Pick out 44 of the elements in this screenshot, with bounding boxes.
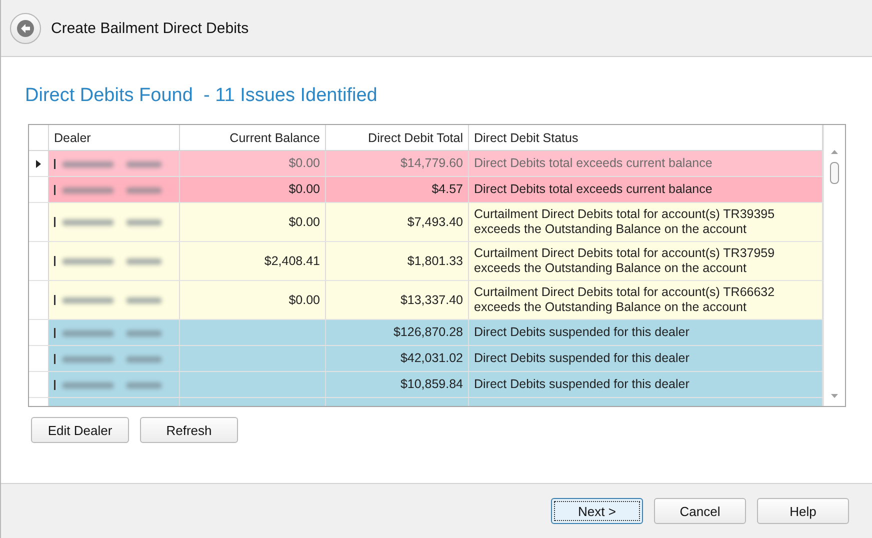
column-header[interactable]: Direct Debit Status [469, 125, 823, 150]
footer-button[interactable]: Next > [551, 498, 643, 524]
column-header[interactable]: Current Balance [180, 125, 326, 150]
table-cell: Direct Debits suspended for this dealer [474, 325, 690, 340]
column-header[interactable]: Direct Debit Total [326, 125, 469, 150]
table-cell: $0.00 [288, 156, 320, 171]
table-row[interactable]: $42,031.02 Direct Debits suspended for this dealer [29, 346, 823, 372]
table-cell: $0.00 [288, 182, 320, 197]
table-cell: $4.57 [432, 182, 463, 197]
table-cell: Direct Debits suspended for this dealer [474, 351, 690, 366]
table-cell-text: Curtailment Direct Debits total for account(s) TR37959 exceeds the Outstanding Balance on the account [474, 246, 776, 276]
table-row[interactable]: $0.00 $4.57 Direct Debits total exceeds current balance [29, 177, 823, 203]
table-cell: $0.00 [288, 214, 320, 230]
table-cell: $0.00 [288, 292, 320, 308]
scrollbar-thumb[interactable] [830, 162, 839, 184]
footer-button[interactable]: Cancel [654, 498, 746, 524]
table-cell: Direct Debits suspended for this dealer [474, 377, 690, 392]
action-button[interactable]: Edit Dealer [31, 417, 129, 443]
table-row[interactable]: $126,870.28 Direct Debits suspended for this dealer [29, 320, 823, 346]
column-header[interactable]: Dealer [49, 125, 180, 150]
action-button[interactable]: Refresh [140, 417, 238, 443]
table-cell: $1,801.33 [407, 254, 463, 268]
scroll-up-icon[interactable] [831, 150, 838, 154]
table-row[interactable]: $2,408.41 $1,801.33 Curtailment Direct Debits total for account(s) TR37959 exceeds the Outstanding Balance on the account [29, 242, 823, 281]
table-cell: $42,031.02 [400, 351, 463, 366]
table-cell: $126,870.28 [393, 325, 463, 340]
table-row[interactable]: $0.00 $13,337.40 Curtailment Direct Debits total for account(s) TR66632 exceeds the Outstanding Balance on the account [29, 281, 823, 320]
scroll-down-icon[interactable] [831, 394, 838, 398]
table-cell: $13,337.40 [400, 292, 463, 308]
table-cell-text: Curtailment Direct Debits total for account(s) TR66632 exceeds the Outstanding Balance on the account [474, 285, 776, 315]
section-heading: Direct Debits Found - 11 Issues Identified [25, 85, 378, 108]
table-cell-text: Curtailment Direct Debits total for account(s) TR39395 exceeds the Outstanding Balance on the account [474, 207, 776, 237]
table-cell: $2,408.41 [264, 254, 320, 268]
table-cell: Direct Debits total exceeds current balance [474, 156, 712, 171]
back-button[interactable] [10, 12, 41, 44]
table-row[interactable]: $10,859.84 Direct Debits suspended for this dealer [29, 372, 823, 398]
row-pointer-icon [36, 160, 41, 168]
table-cell: $7,493.40 [407, 214, 463, 230]
window-title: Create Bailment Direct Debits [51, 20, 249, 36]
table-cell: $10,859.84 [400, 377, 463, 392]
table-row[interactable]: $0.00 $7,493.40 Curtailment Direct Debits total for account(s) TR39395 exceeds the Outstanding Balance on the account [29, 203, 823, 242]
footer-button[interactable]: Help [757, 498, 849, 524]
table-cell: Direct Debits total exceeds current balance [474, 182, 712, 197]
table-cell: $14,779.60 [400, 156, 463, 171]
